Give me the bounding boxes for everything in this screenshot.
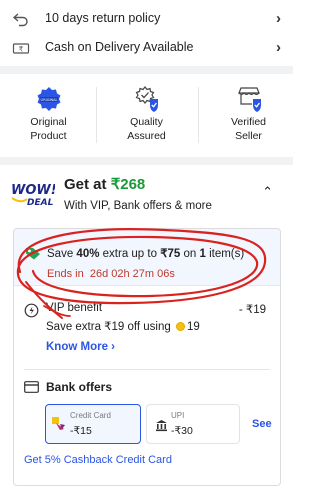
red-annotation-scribble (16, 228, 267, 319)
